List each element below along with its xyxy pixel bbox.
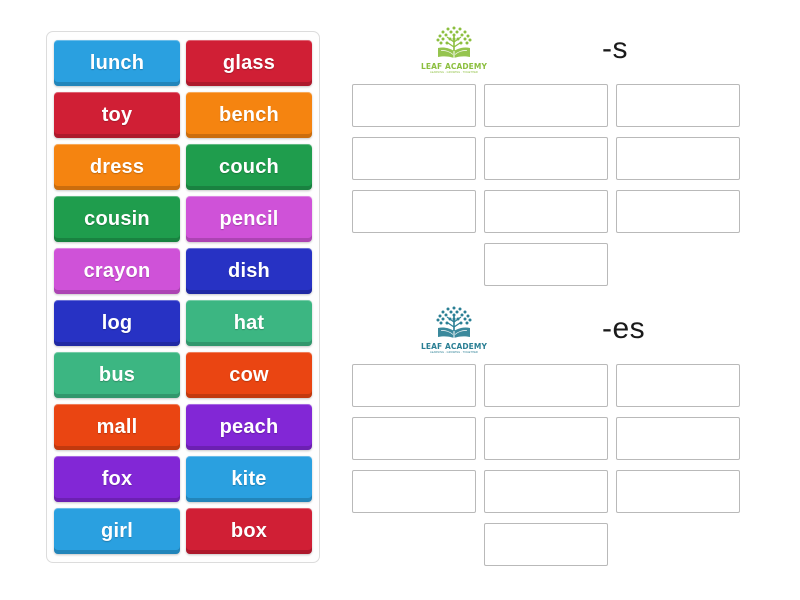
- word-tile-tray: lunch toy dress cousin crayon log bus mall fox gi…: [46, 31, 320, 563]
- drop-slot[interactable]: [352, 84, 476, 127]
- drop-slot[interactable]: [484, 84, 608, 127]
- word-tile[interactable]: couch: [186, 144, 312, 190]
- word-tile[interactable]: fox: [54, 456, 180, 502]
- word-tile[interactable]: kite: [186, 456, 312, 502]
- word-tile[interactable]: toy: [54, 92, 180, 138]
- tray-column-left: lunch toy dress cousin crayon log bus mall fox gi…: [54, 40, 180, 554]
- word-tile[interactable]: log: [54, 300, 180, 346]
- drop-slot[interactable]: [352, 417, 476, 460]
- activity-stage: lunch toy dress cousin crayon log bus mall fox gi…: [0, 0, 800, 600]
- leaf-academy-logo: LEAF ACADEMY LEARNING . GROWING . TOGETHE…: [414, 304, 494, 360]
- drop-slot-grid: [352, 364, 752, 566]
- drop-slot[interactable]: [352, 190, 476, 233]
- drop-slot[interactable]: [616, 190, 740, 233]
- logo-tagline: LEARNING . GROWING . TOGETHER: [430, 350, 478, 355]
- word-tile[interactable]: bench: [186, 92, 312, 138]
- logo-name: LEAF ACADEMY: [421, 342, 487, 351]
- tray-column-right: glass bench couch pencil dish hat cow peach kite…: [186, 40, 312, 554]
- drop-slot[interactable]: [352, 137, 476, 180]
- logo-tagline: LEARNING . GROWING . TOGETHER: [430, 70, 478, 75]
- word-tile[interactable]: peach: [186, 404, 312, 450]
- drop-slot[interactable]: [616, 84, 740, 127]
- drop-slot[interactable]: [484, 243, 608, 286]
- sort-group-es: LEAF ACADEMY LEARNING . GROWING . TOGETHE…: [352, 304, 752, 566]
- drop-slot[interactable]: [484, 364, 608, 407]
- word-tile[interactable]: pencil: [186, 196, 312, 242]
- sort-group-s: LEAF ACADEMY LEARNING . GROWING . TOGETHE…: [352, 24, 752, 286]
- word-tile[interactable]: cow: [186, 352, 312, 398]
- drop-slot[interactable]: [484, 470, 608, 513]
- drop-slot[interactable]: [484, 190, 608, 233]
- drop-slot[interactable]: [484, 523, 608, 566]
- word-tile[interactable]: cousin: [54, 196, 180, 242]
- group-header: LEAF ACADEMY LEARNING . GROWING . TOGETHE…: [352, 304, 752, 362]
- drop-slot[interactable]: [484, 137, 608, 180]
- drop-slot[interactable]: [616, 470, 740, 513]
- drop-slot[interactable]: [352, 470, 476, 513]
- leaf-academy-logo: LEAF ACADEMY LEARNING . GROWING . TOGETHE…: [414, 24, 494, 80]
- word-tile[interactable]: mall: [54, 404, 180, 450]
- group-title: -s: [602, 32, 628, 65]
- group-header: LEAF ACADEMY LEARNING . GROWING . TOGETHE…: [352, 24, 752, 82]
- drop-slot[interactable]: [352, 364, 476, 407]
- logo-name: LEAF ACADEMY: [421, 62, 487, 71]
- drop-slot[interactable]: [616, 137, 740, 180]
- drop-slot-grid: [352, 84, 752, 286]
- word-tile[interactable]: dish: [186, 248, 312, 294]
- word-tile[interactable]: lunch: [54, 40, 180, 86]
- drop-slot[interactable]: [616, 417, 740, 460]
- word-tile[interactable]: glass: [186, 40, 312, 86]
- word-tile[interactable]: crayon: [54, 248, 180, 294]
- drop-slot[interactable]: [484, 417, 608, 460]
- group-title: -es: [602, 312, 646, 345]
- word-tile[interactable]: girl: [54, 508, 180, 554]
- word-tile[interactable]: box: [186, 508, 312, 554]
- word-tile[interactable]: dress: [54, 144, 180, 190]
- word-tile[interactable]: hat: [186, 300, 312, 346]
- drop-slot[interactable]: [616, 364, 740, 407]
- word-tile[interactable]: bus: [54, 352, 180, 398]
